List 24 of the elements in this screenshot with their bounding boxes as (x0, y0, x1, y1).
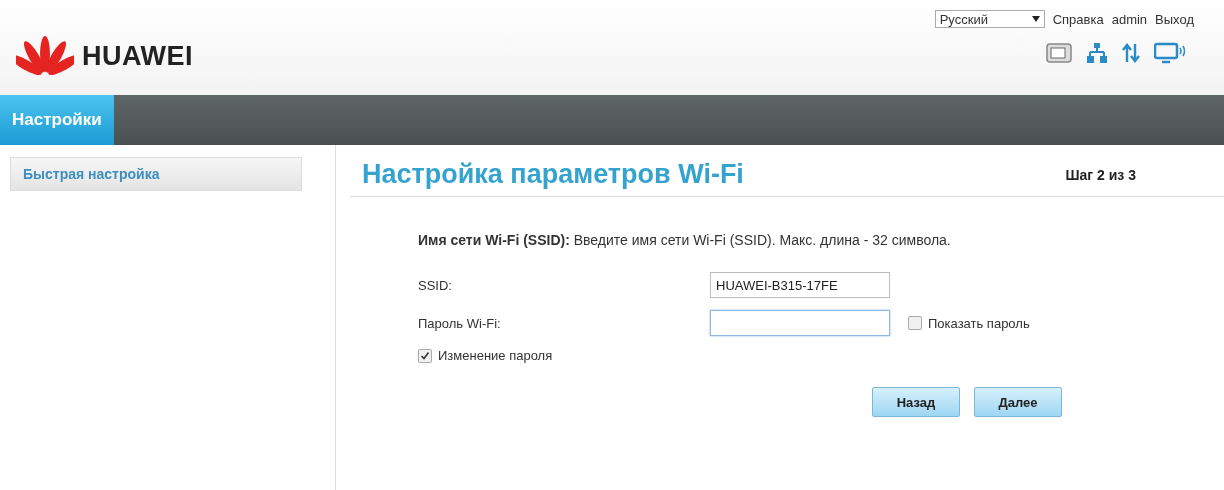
checkbox-label: Изменение пароля (438, 348, 553, 363)
dropdown-caret-icon (1031, 16, 1040, 22)
field-label: Пароль Wi-Fi: (418, 315, 502, 331)
page-title: Настройка параметров Wi-Fi (362, 159, 744, 190)
checkbox[interactable] (908, 316, 922, 330)
header-link[interactable]: Справка (1052, 11, 1104, 27)
step-indicator: Шаг 2 из 3 (1065, 166, 1136, 183)
monitor-icon (1154, 42, 1186, 64)
header-link[interactable]: admin (1111, 11, 1148, 27)
network-icon (1086, 42, 1108, 64)
input-field[interactable]: HUAWEI-B315-17FE (710, 272, 890, 298)
logo-text: HUAWEI (82, 41, 193, 72)
data-transfer-icon (1122, 43, 1140, 63)
ssid-description: Имя сети Wi-Fi (SSID): Введите имя сети Wi-Fi (SSID). Макс. длина - 32 символа. (418, 232, 952, 248)
sim-card-icon (1046, 43, 1072, 63)
language-select[interactable]: Русский (934, 10, 1045, 28)
logo-icon (16, 35, 74, 78)
header-link[interactable]: Выход (1155, 11, 1194, 27)
nav-button[interactable]: Далее (974, 387, 1062, 417)
checkbox-label: Показать пароль (928, 315, 1030, 331)
input-field[interactable] (710, 310, 890, 336)
field-label: SSID: (418, 277, 453, 293)
nav-button[interactable]: Назад (872, 387, 960, 417)
checkbox[interactable] (418, 348, 432, 363)
